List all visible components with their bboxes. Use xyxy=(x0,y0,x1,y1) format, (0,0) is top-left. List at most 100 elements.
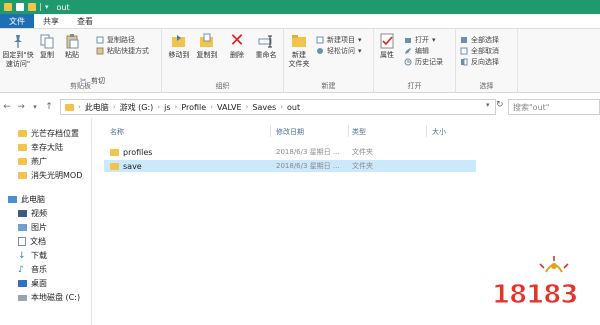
file-row-selected[interactable]: save 2018/6/3 星期日 ... 文件夹 xyxy=(104,160,476,172)
nav-item-pictures[interactable]: 图片 xyxy=(18,222,47,233)
select-all-button[interactable]: 全部选择 xyxy=(460,35,499,45)
up-icon[interactable]: ↑ xyxy=(42,102,56,112)
copy-to-label: 复制到 xyxy=(196,51,218,59)
music-icon: ♪ xyxy=(18,264,24,275)
paste-shortcut-button[interactable]: 粘贴快捷方式 xyxy=(96,46,149,56)
chevron-right-icon: › xyxy=(245,103,249,111)
address-dropdown-icon[interactable]: ▾ xyxy=(486,101,490,109)
file-row[interactable]: profiles 2018/6/3 星期日 ... 文件夹 xyxy=(104,146,476,158)
clipboard-group: 固定到"快 速访问" 复制 粘贴 ✂ 剪切 复制路径 粘贴快捷方式 剪贴板 xyxy=(0,29,162,93)
column-header-type[interactable]: 类型 xyxy=(352,127,366,137)
folder-icon xyxy=(18,172,27,179)
chevron-down-icon: ▾ xyxy=(358,47,362,55)
edit-icon xyxy=(405,48,411,54)
properties-icon[interactable] xyxy=(16,3,24,11)
tab-view[interactable]: 查看 xyxy=(68,14,102,28)
ribbon: 固定到"快 速访问" 复制 粘贴 ✂ 剪切 复制路径 粘贴快捷方式 剪贴板 移动… xyxy=(0,29,600,93)
nav-item-folder[interactable]: 幸存大陆 xyxy=(18,142,63,153)
new-folder-button[interactable]: 新建 文件夹 xyxy=(286,33,312,69)
open-group-label: 打开 xyxy=(407,82,422,90)
nav-item-folder[interactable]: 燕广 xyxy=(18,156,47,167)
select-group: 全部选择 全部取消 反向选择 选择 xyxy=(456,29,518,93)
pin-quick-access-button[interactable]: 固定到"快 速访问" xyxy=(2,33,34,69)
video-icon xyxy=(18,210,27,217)
easy-access-button[interactable]: 轻松访问 ▾ xyxy=(316,46,362,56)
properties-button[interactable]: 属性 xyxy=(376,33,398,60)
copy-to-icon xyxy=(200,33,213,47)
new-folder-label: 新建 文件夹 xyxy=(288,51,310,68)
folder-icon xyxy=(110,162,119,170)
select-all-label: 全部选择 xyxy=(471,36,499,44)
tab-share[interactable]: 共享 xyxy=(34,14,68,28)
new-group-label: 新建 xyxy=(321,82,336,90)
new-item-button[interactable]: 新建项目 ▾ xyxy=(316,35,362,45)
nav-item-folder[interactable]: 消失光明MOD xyxy=(18,170,82,181)
delete-button[interactable]: ✕ 删除 xyxy=(226,32,248,60)
computer-icon xyxy=(8,196,17,203)
rename-button[interactable]: 重命名 xyxy=(252,33,280,60)
quick-access-toolbar: ▾ xyxy=(0,3,49,11)
copy-path-button[interactable]: 复制路径 xyxy=(96,35,135,45)
open-icon xyxy=(405,38,411,43)
new-folder-icon[interactable] xyxy=(28,3,36,11)
nav-item-desktop[interactable]: 桌面 xyxy=(18,278,47,289)
history-button[interactable]: 历史记录 xyxy=(404,57,443,67)
breadcrumb-out[interactable]: out xyxy=(287,103,300,112)
select-none-icon xyxy=(460,47,468,55)
breadcrumb-profile[interactable]: Profile xyxy=(181,103,206,112)
chevron-right-icon: › xyxy=(112,103,116,111)
paste-button[interactable]: 粘贴 xyxy=(62,33,82,60)
invert-selection-button[interactable]: 反向选择 xyxy=(460,57,499,67)
back-icon[interactable]: ← xyxy=(0,102,14,112)
nav-item-documents[interactable]: 文档 xyxy=(18,236,46,247)
clipboard-group-label: 剪贴板 xyxy=(70,82,91,90)
recent-locations-icon[interactable]: ▾ xyxy=(28,103,42,111)
nav-item-local-disk[interactable]: 本地磁盘 (C:) xyxy=(18,292,80,303)
column-header-size[interactable]: 大小 xyxy=(432,127,446,137)
breadcrumb-drive[interactable]: 游戏 (G:) xyxy=(120,102,154,113)
edit-label: 编辑 xyxy=(415,47,429,55)
column-separator[interactable] xyxy=(426,125,427,137)
separator xyxy=(40,3,41,11)
copy-to-button[interactable]: 复制到 xyxy=(194,33,220,60)
tab-file[interactable]: 文件 xyxy=(0,14,34,28)
address-bar[interactable]: › 此电脑 › 游戏 (G:) › js › Profile › VALVE ›… xyxy=(60,99,496,115)
folder-icon xyxy=(18,144,27,151)
column-separator[interactable] xyxy=(270,125,271,137)
new-item-label: 新建项目 xyxy=(327,36,355,44)
nav-item-music[interactable]: ♪ 音乐 xyxy=(18,264,47,275)
file-date: 2018/6/3 星期日 ... xyxy=(276,162,340,170)
logo-text: 18183 xyxy=(491,280,578,311)
file-type: 文件夹 xyxy=(352,162,373,170)
folder-icon xyxy=(18,158,27,165)
properties-icon xyxy=(380,33,394,49)
breadcrumb-this-pc[interactable]: 此电脑 xyxy=(85,102,109,113)
nav-item-downloads[interactable]: ↓ 下载 xyxy=(18,250,47,261)
breadcrumb-valve[interactable]: VALVE xyxy=(217,103,242,112)
nav-item-folder[interactable]: 光芒存档位置 xyxy=(18,128,79,139)
select-none-button[interactable]: 全部取消 xyxy=(460,46,499,56)
nav-item-this-pc[interactable]: 此电脑 xyxy=(8,194,45,205)
breadcrumb-saves[interactable]: Saves xyxy=(252,103,276,112)
download-icon: ↓ xyxy=(18,250,26,261)
edit-button[interactable]: 编辑 xyxy=(404,46,429,56)
move-to-icon xyxy=(172,35,185,47)
paste-shortcut-icon xyxy=(96,47,104,55)
move-to-button[interactable]: 移动到 xyxy=(166,33,192,60)
refresh-icon[interactable]: ↻ xyxy=(496,100,504,110)
chevron-right-icon: › xyxy=(210,103,214,111)
nav-item-videos[interactable]: 视频 xyxy=(18,208,47,219)
customize-dropdown-icon[interactable]: ▾ xyxy=(45,3,49,11)
paste-label: 粘贴 xyxy=(65,51,79,59)
open-button[interactable]: 打开 ▾ xyxy=(404,35,436,45)
invert-selection-label: 反向选择 xyxy=(471,58,499,66)
select-none-label: 全部取消 xyxy=(471,47,499,55)
column-header-name[interactable]: 名称 xyxy=(110,127,124,137)
forward-icon[interactable]: → xyxy=(14,102,28,112)
breadcrumb-js[interactable]: js xyxy=(164,103,170,112)
search-box[interactable]: 搜索"out" xyxy=(508,99,600,115)
folder-icon xyxy=(4,3,12,11)
column-separator[interactable] xyxy=(348,125,349,137)
column-header-date[interactable]: 修改日期 xyxy=(276,127,304,137)
copy-button[interactable]: 复制 xyxy=(38,33,56,60)
